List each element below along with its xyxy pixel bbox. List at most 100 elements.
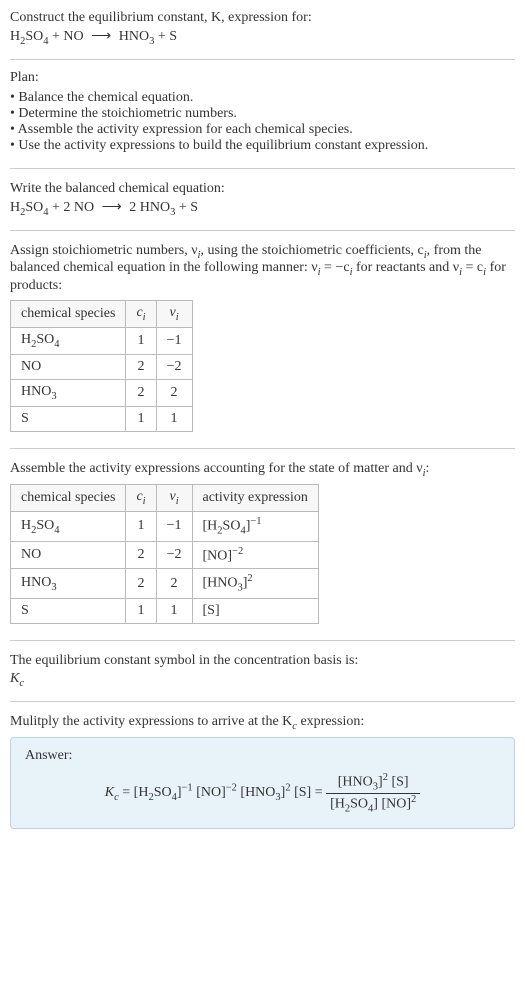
cell-activity: [S] [192, 598, 318, 623]
t: [NO] [203, 548, 233, 563]
t: SO [350, 796, 368, 811]
table-row: NO 2 −2 [NO]−2 [11, 541, 319, 569]
plan-section: Plan: Balance the chemical equation. Det… [10, 60, 515, 169]
sup: 2 [247, 573, 252, 584]
cell-v: −1 [156, 327, 192, 354]
th-v: νi [156, 485, 192, 512]
cell-c: 2 [126, 541, 156, 569]
sup: −1 [250, 516, 261, 527]
arrow-icon: ⟶ [91, 28, 111, 45]
question-prompt: Construct the equilibrium constant, K, e… [10, 10, 515, 26]
t: = [H [119, 786, 149, 801]
cell-v: −2 [156, 354, 192, 379]
plan-list: Balance the chemical equation. Determine… [10, 90, 515, 154]
cell-c: 1 [126, 327, 156, 354]
eq-part: H [10, 29, 20, 44]
s: 3 [51, 391, 56, 402]
cell-activity: [H2SO4]−1 [192, 512, 318, 541]
t: SO [36, 518, 54, 533]
eq-part: + S [154, 29, 177, 44]
answer-expression: Kc = [H2SO4]−1 [NO]−2 [HNO3]2 [S] = [HNO… [25, 772, 500, 814]
table-row: NO 2 −2 [11, 354, 193, 379]
activity-table: chemical species ci νi activity expressi… [10, 484, 319, 623]
balanced-section: Write the balanced chemical equation: H2… [10, 169, 515, 231]
t: [HNO [237, 786, 276, 801]
cell-species: S [11, 598, 126, 623]
t: HNO [21, 384, 51, 399]
th-activity: activity expression [192, 485, 318, 512]
t: expression: [297, 714, 364, 729]
kc-intro: The equilibrium constant symbol in the c… [10, 653, 515, 669]
kc-symbol-section: The equilibrium constant symbol in the c… [10, 641, 515, 702]
table-header-row: chemical species ci νi [11, 301, 193, 328]
text: for reactants and ν [352, 260, 459, 275]
cell-species: H2SO4 [11, 512, 126, 541]
th-c: ci [126, 301, 156, 328]
text: Assign stoichiometric numbers, ν [10, 243, 198, 258]
table-row: S 1 1 [11, 406, 193, 431]
stoich-section: Assign stoichiometric numbers, ν i , using… [10, 231, 515, 449]
t: NO [21, 359, 41, 374]
s: 4 [54, 524, 59, 535]
eq-part: SO [25, 200, 43, 215]
table-row: H2SO4 1 −1 [H2SO4]−1 [11, 512, 319, 541]
stoich-table: chemical species ci νi H2SO4 1 −1 NO 2 −… [10, 300, 193, 431]
cell-species: NO [11, 541, 126, 569]
t: [H [330, 796, 345, 811]
t: SO [36, 332, 54, 347]
sup: −1 [182, 783, 193, 794]
t: SO [154, 786, 172, 801]
text: , using the stoichiometric coefficients,… [200, 243, 423, 258]
plan-label: Plan: [10, 70, 515, 86]
cell-activity: [HNO3]2 [192, 569, 318, 598]
text: : [426, 461, 430, 476]
th-c: ci [126, 485, 156, 512]
t: H [21, 332, 31, 347]
arrow-icon: ⟶ [102, 199, 122, 216]
eq-part: + S [175, 200, 198, 215]
text: = −c [321, 260, 350, 275]
s: c [19, 678, 24, 689]
plan-item: Use the activity expressions to build th… [10, 138, 515, 154]
t: [S] = [291, 786, 327, 801]
activity-intro: Assemble the activity expressions accoun… [10, 461, 515, 479]
th-species: chemical species [11, 485, 126, 512]
th-species: chemical species [11, 301, 126, 328]
fraction: [HNO3]2 [S][H2SO4] [NO]2 [326, 772, 420, 814]
table-row: S 1 1 [S] [11, 598, 319, 623]
balanced-equation: H2SO4 + 2 NO ⟶ 2 HNO3 + S [10, 199, 515, 218]
table-row: H2SO4 1 −1 [11, 327, 193, 354]
cell-c: 2 [126, 379, 156, 406]
eq-part: + NO [49, 29, 88, 44]
cell-v: 1 [156, 598, 192, 623]
eq-part: HNO [115, 29, 149, 44]
t: [H [203, 519, 218, 534]
t: HNO [21, 575, 51, 590]
text: = c [462, 260, 483, 275]
eq-part: + 2 NO [49, 200, 98, 215]
t: K [10, 671, 19, 686]
cell-c: 1 [126, 406, 156, 431]
sub: i [143, 312, 146, 323]
cell-species: HNO3 [11, 379, 126, 406]
sup: −2 [232, 546, 243, 557]
sup: 2 [411, 794, 416, 805]
question-equation: H2SO4 + NO ⟶ HNO3 + S [10, 28, 515, 47]
table-header-row: chemical species ci νi activity expressi… [11, 485, 319, 512]
kc-symbol: Kc [10, 671, 515, 689]
cell-v: −2 [156, 541, 192, 569]
eq-part: 2 HNO [126, 200, 170, 215]
t: K [105, 786, 114, 801]
multiply-section: Mulitply the activity expressions to arr… [10, 702, 515, 840]
t: [NO] [193, 786, 226, 801]
th-v: νi [156, 301, 192, 328]
answer-label: Answer: [25, 748, 500, 764]
s: 3 [51, 581, 56, 592]
sub: i [176, 312, 179, 323]
s: 4 [54, 339, 59, 350]
sup: −2 [226, 783, 237, 794]
table-row: HNO3 2 2 [11, 379, 193, 406]
plan-item: Determine the stoichiometric numbers. [10, 106, 515, 122]
cell-c: 1 [126, 598, 156, 623]
plan-item: Balance the chemical equation. [10, 90, 515, 106]
